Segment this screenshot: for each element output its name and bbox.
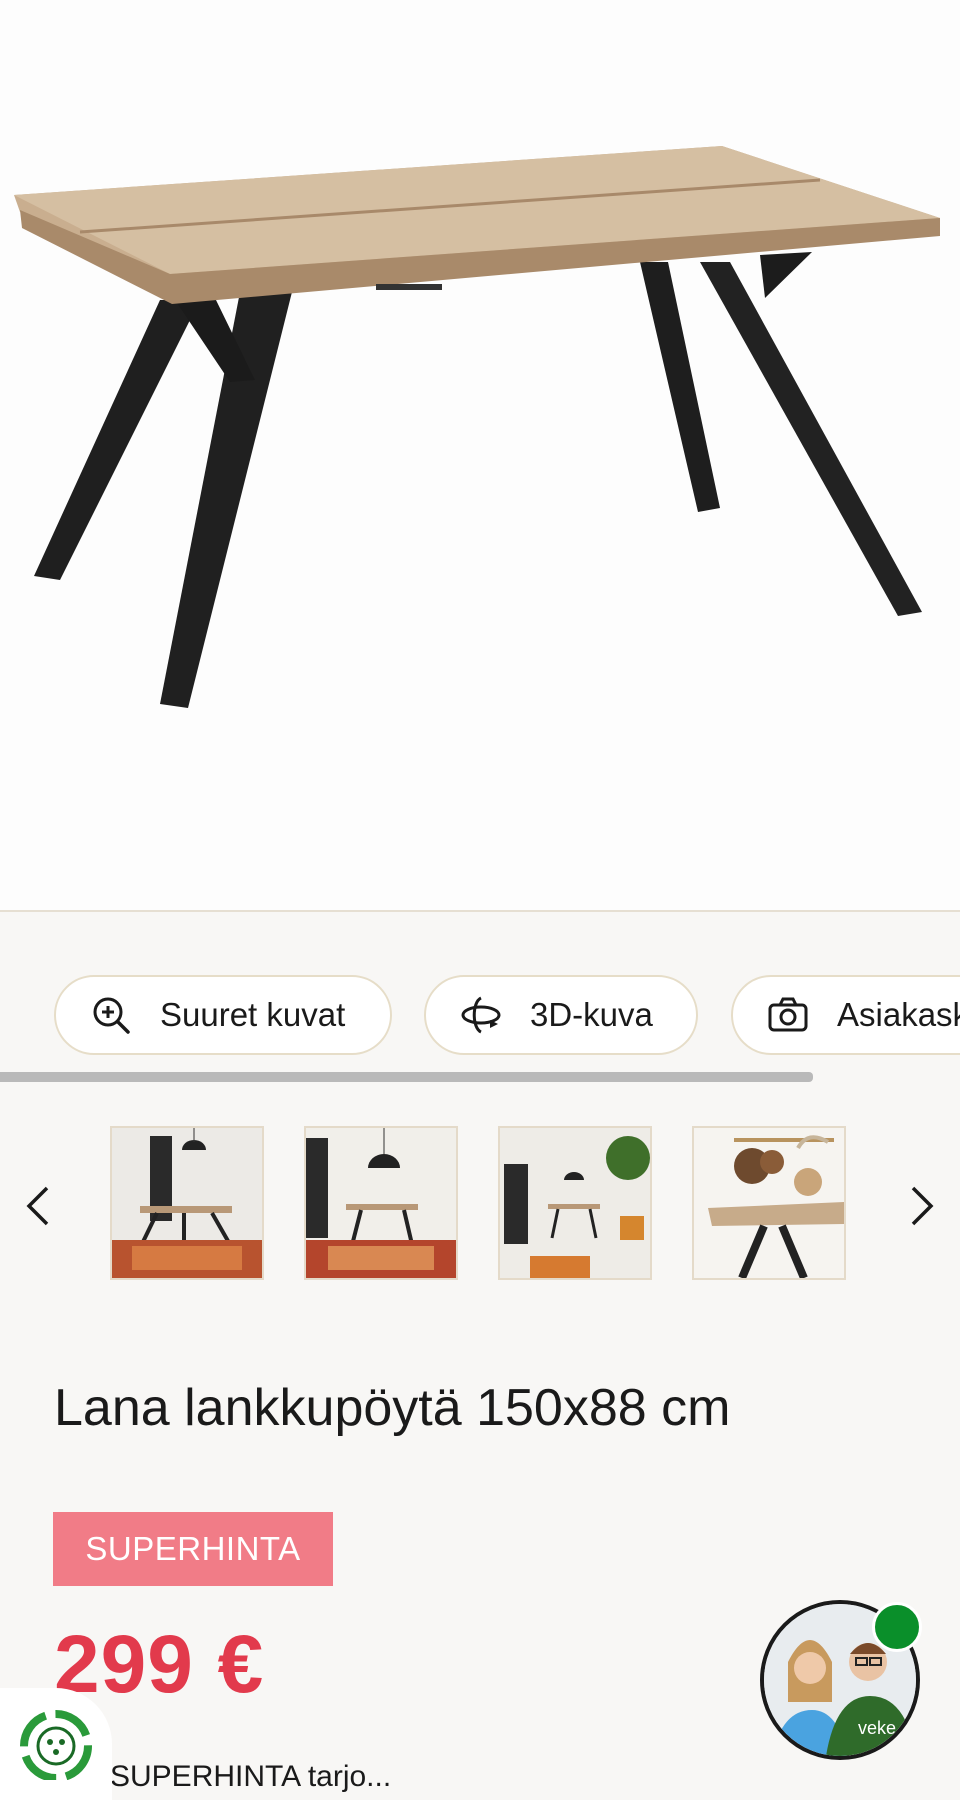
recycle-icon	[20, 1710, 92, 1782]
chevron-left-icon	[26, 1186, 49, 1226]
table-illustration	[14, 146, 940, 708]
chat-brand-label: veke	[858, 1718, 896, 1738]
thumbnail-2[interactable]	[304, 1126, 458, 1280]
customer-photos-button[interactable]: Asiakask	[731, 975, 960, 1055]
thumbnail-carousel	[0, 1126, 960, 1286]
customer-photos-label: Asiakask	[837, 996, 960, 1033]
price-note: SUPERHINTA tarjo...	[110, 1760, 392, 1793]
image-actions: Suuret kuvat 3D-kuva Asiakask	[0, 975, 960, 1065]
chevron-right-icon	[911, 1186, 934, 1226]
thumbnail-4[interactable]	[692, 1126, 846, 1280]
actions-scrollbar[interactable]	[0, 1072, 960, 1082]
superhinta-badge: SUPERHINTA	[53, 1512, 333, 1586]
rotate-3d-icon	[460, 994, 502, 1036]
carousel-prev-button[interactable]	[10, 1174, 66, 1238]
online-status-indicator	[872, 1602, 922, 1652]
large-images-button[interactable]: Suuret kuvat	[54, 975, 392, 1055]
product-title: Lana lankkupöytä 150x88 cm	[54, 1379, 731, 1437]
3d-view-button[interactable]: 3D-kuva	[424, 975, 698, 1055]
product-hero-image[interactable]	[0, 0, 960, 912]
camera-icon	[767, 994, 809, 1036]
zoom-in-icon	[90, 994, 132, 1036]
eco-badge[interactable]	[0, 1688, 112, 1800]
thumbnail-1[interactable]	[110, 1126, 264, 1280]
3d-view-label: 3D-kuva	[530, 996, 653, 1033]
scrollbar-thumb[interactable]	[0, 1072, 813, 1082]
thumbnail-3[interactable]	[498, 1126, 652, 1280]
large-images-label: Suuret kuvat	[160, 996, 346, 1033]
carousel-next-button[interactable]	[894, 1174, 950, 1238]
